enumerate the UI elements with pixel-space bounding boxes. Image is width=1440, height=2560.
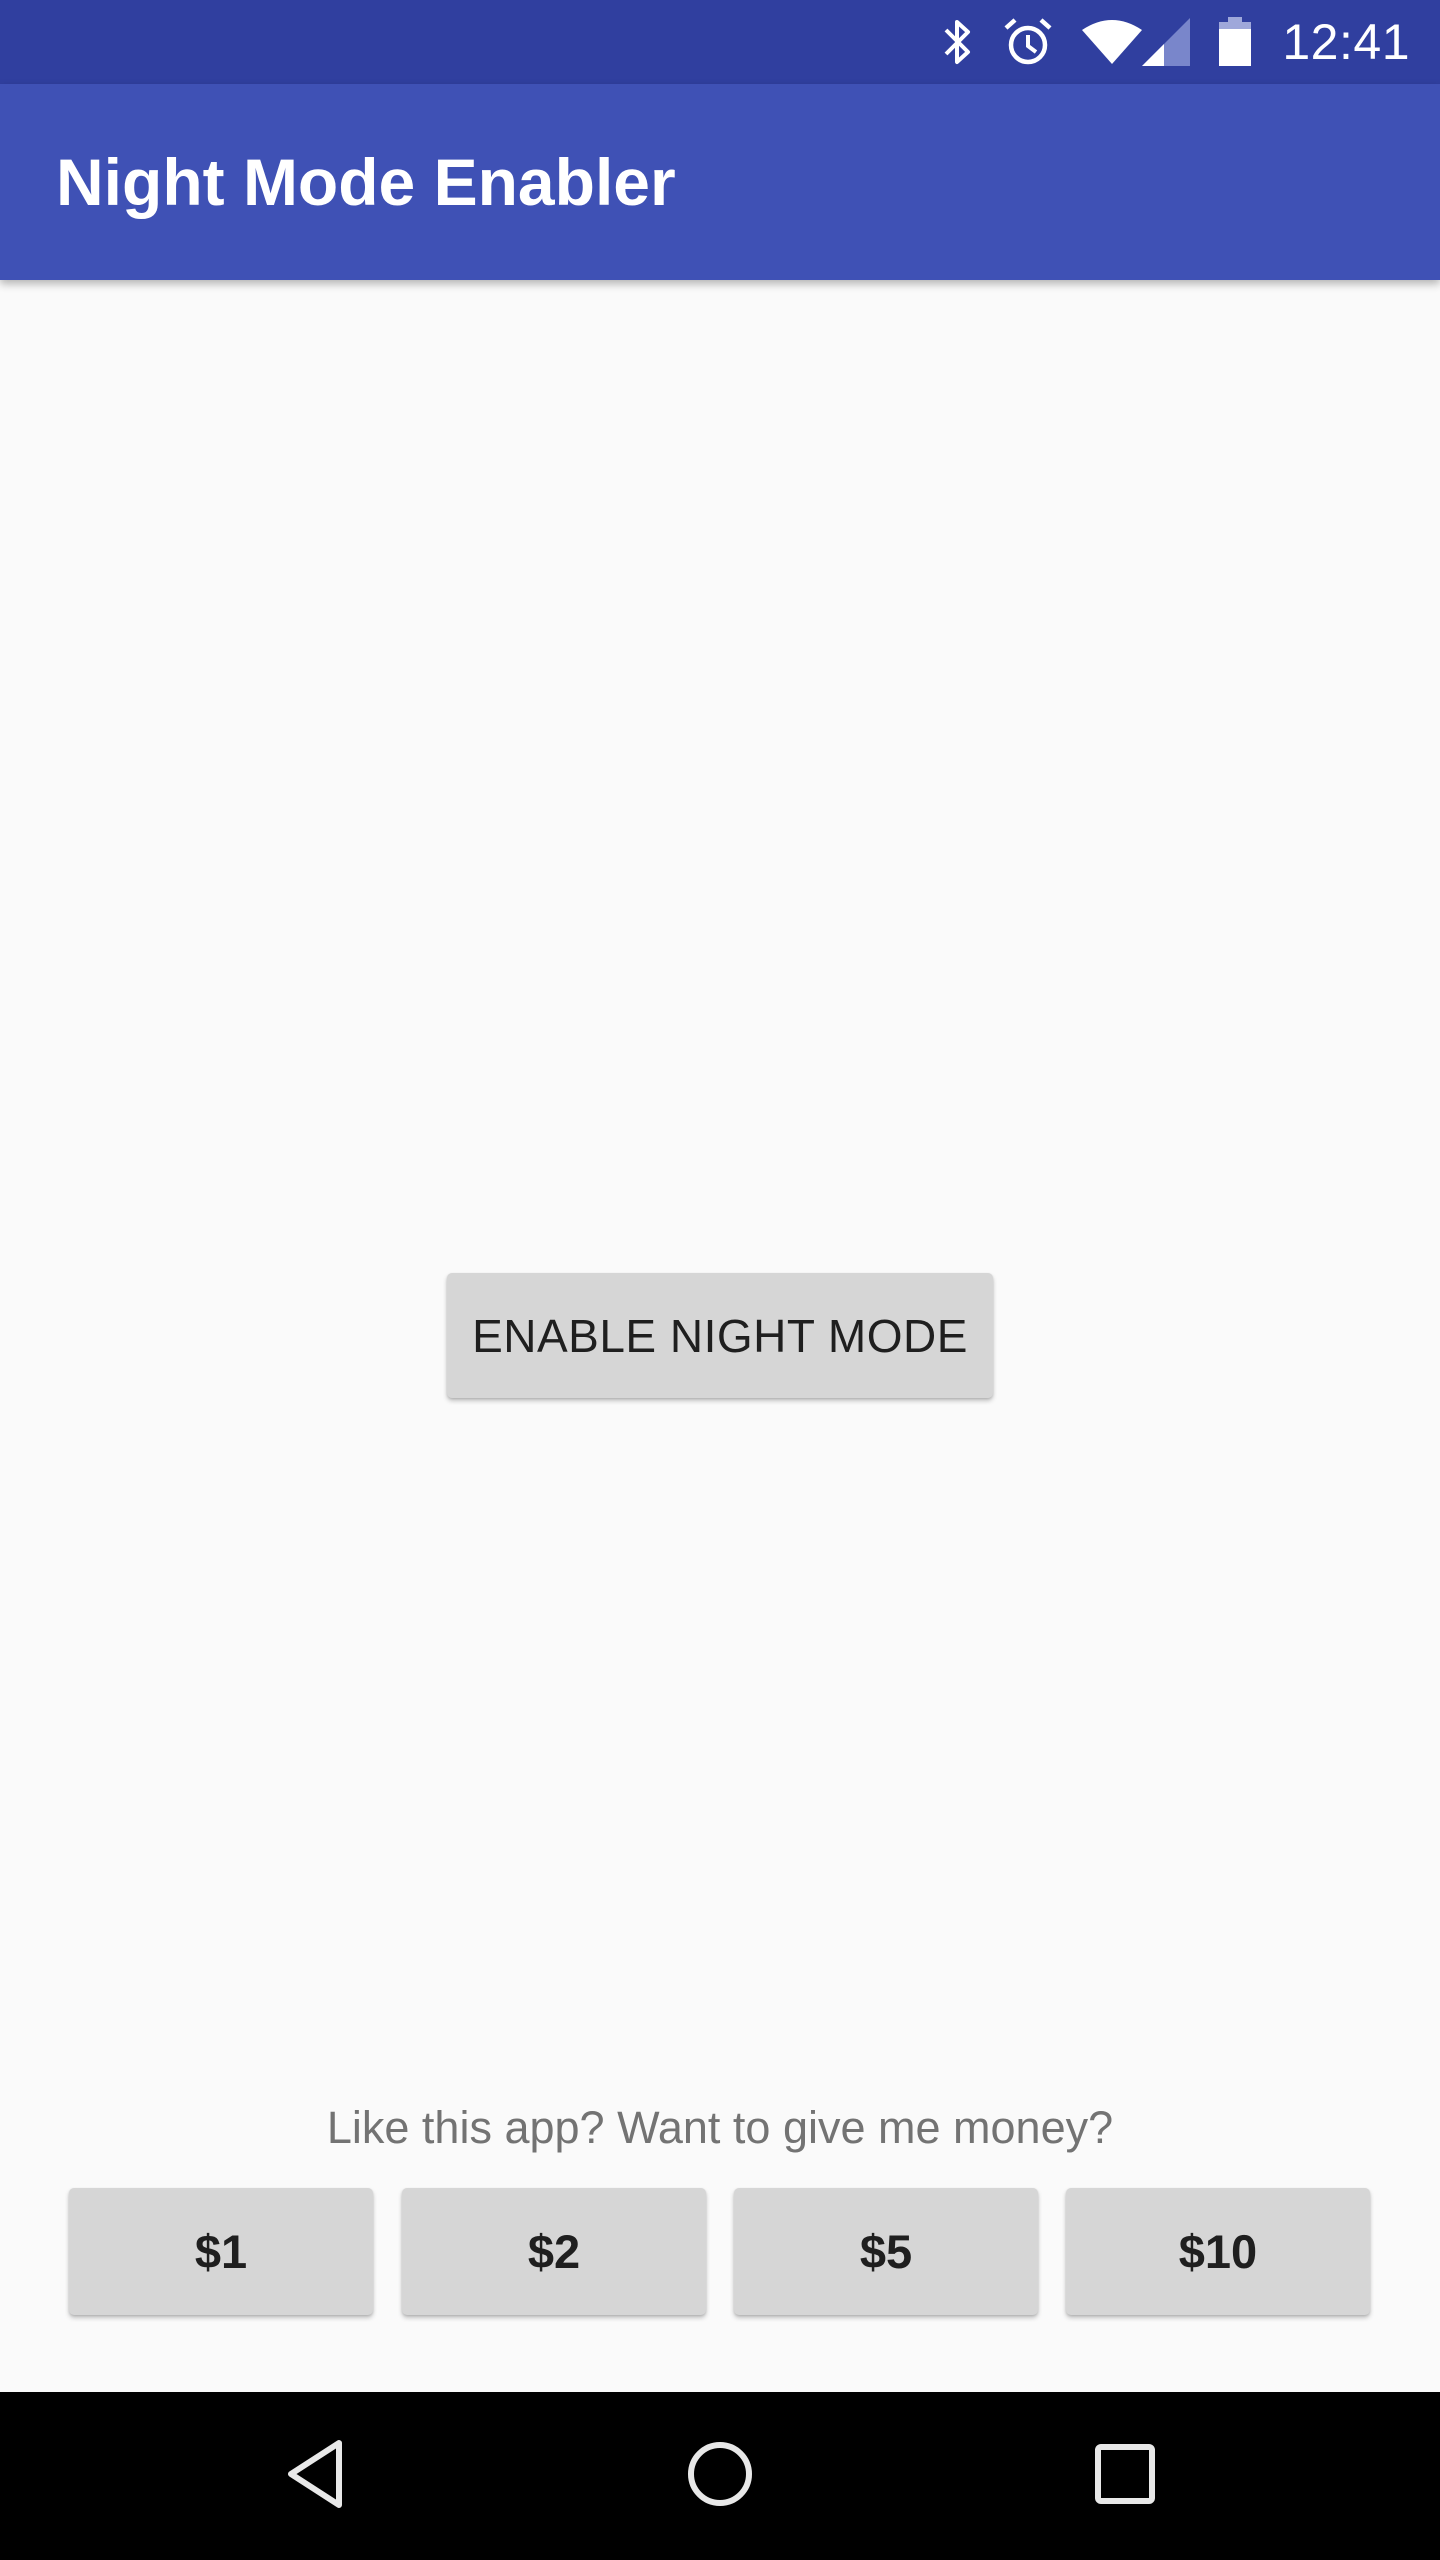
donate-prompt: Like this app? Want to give me money? bbox=[326, 2102, 1114, 2153]
donate-5-button[interactable]: $5 bbox=[734, 2188, 1038, 2315]
home-icon bbox=[685, 2439, 755, 2514]
recents-icon bbox=[1094, 2443, 1156, 2510]
back-button[interactable] bbox=[195, 2392, 435, 2560]
donate-1-button[interactable]: $1 bbox=[69, 2188, 373, 2315]
status-icons: 12:41 bbox=[942, 0, 1410, 84]
app-title: Night Mode Enabler bbox=[56, 145, 676, 219]
main-content: ENABLE NIGHT MODE Like this app? Want to… bbox=[0, 280, 1440, 2392]
enable-night-mode-button[interactable]: ENABLE NIGHT MODE bbox=[447, 1273, 993, 1398]
recents-button[interactable] bbox=[1005, 2392, 1245, 2560]
back-icon bbox=[283, 2439, 347, 2514]
donate-10-button[interactable]: $10 bbox=[1066, 2188, 1370, 2315]
donate-2-button[interactable]: $2 bbox=[402, 2188, 706, 2315]
alarm-icon bbox=[1002, 16, 1054, 68]
status-time: 12:41 bbox=[1282, 14, 1410, 70]
status-bar: 12:41 bbox=[0, 0, 1440, 84]
cell-signal-icon bbox=[1142, 16, 1192, 68]
navigation-bar bbox=[0, 2392, 1440, 2560]
battery-icon bbox=[1218, 16, 1252, 68]
wifi-icon bbox=[1082, 16, 1143, 68]
app-bar: Night Mode Enabler bbox=[0, 84, 1440, 280]
home-button[interactable] bbox=[600, 2392, 840, 2560]
bluetooth-icon bbox=[942, 16, 972, 68]
